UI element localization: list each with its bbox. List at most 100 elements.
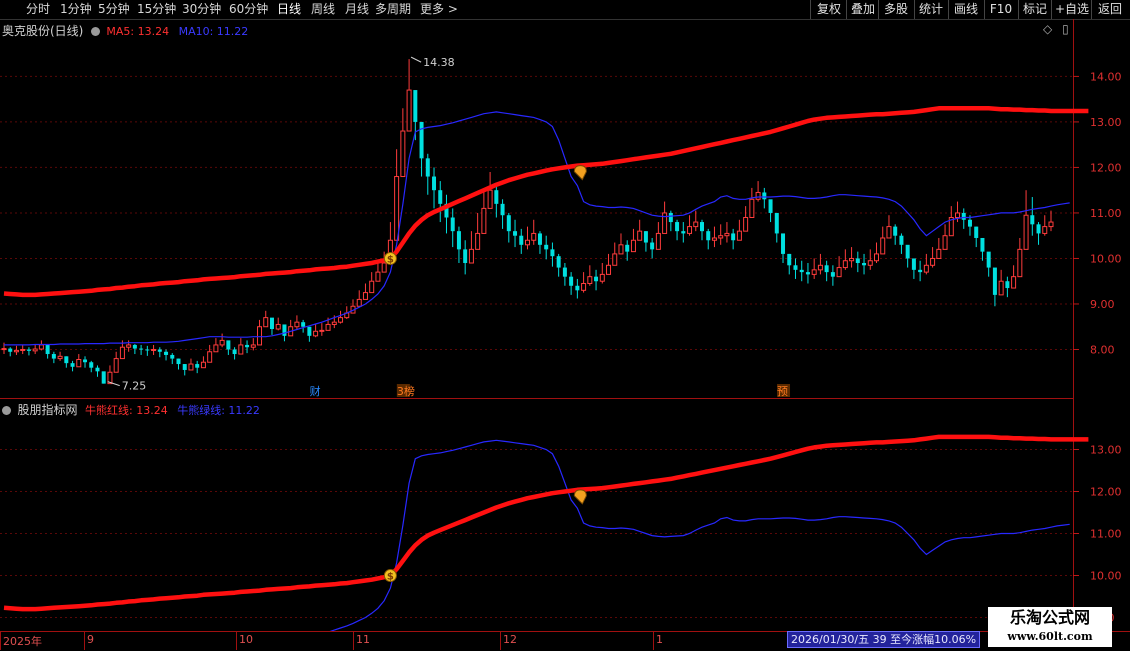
candle-body-up (687, 226, 693, 234)
candle-body-up (1042, 226, 1048, 234)
candle-body-down (101, 371, 106, 384)
candle-body-up (724, 232, 730, 237)
candle-body-down (774, 212, 779, 234)
candle-body-up (749, 198, 755, 219)
candle-body-down (625, 244, 630, 252)
toolbar-button-0[interactable]: 复权 (810, 0, 847, 19)
candle-body-up (618, 244, 624, 255)
watermark: 乐淘公式网 www.60lt.com (988, 607, 1112, 647)
toolbar-button-6[interactable]: 标记 (1018, 0, 1051, 19)
period-tab-1[interactable]: 1分钟 (60, 0, 92, 19)
sub-y-tick-label: 11.00 (1090, 528, 1122, 541)
stock-title[interactable]: 奥克股份(日线) (2, 24, 83, 38)
candle-body-down (8, 348, 13, 352)
candle-body-down (855, 258, 860, 264)
candle-body-down (51, 354, 56, 359)
event-tag-box (396, 384, 410, 397)
ma10-label: MA10: 11.22 (178, 25, 249, 38)
candle-body-down (500, 203, 505, 216)
candle-body-up (338, 317, 344, 323)
panel-divider (0, 398, 1073, 399)
y-tick-label: 13.00 (1090, 116, 1122, 129)
period-tab-5[interactable]: 60分钟 (229, 0, 268, 19)
candle-body-down (245, 344, 250, 348)
candle-body-down (450, 217, 455, 232)
event-tag-box (777, 384, 791, 397)
candle-body-up (525, 239, 530, 246)
candle-body-up (313, 330, 319, 337)
candle-body-down (537, 233, 542, 245)
toolbar-button-4[interactable]: 画线 (948, 0, 983, 19)
toolbar-button-3[interactable]: 统计 (914, 0, 947, 19)
candle-body-up (76, 359, 82, 368)
sub-settings-circle-icon[interactable] (2, 406, 11, 415)
min-price-pointer (107, 381, 120, 387)
candle-body-down (787, 253, 792, 266)
buy-signal-icon (383, 251, 397, 265)
period-tab-9[interactable]: 多周期 (375, 0, 411, 19)
candle-body-up (1011, 276, 1017, 289)
toolbar-button-8[interactable]: 返回 (1091, 0, 1128, 19)
candle-body-down (961, 212, 966, 220)
candle-body-down (282, 324, 287, 336)
candle-body-up (836, 267, 842, 278)
period-tab-0[interactable]: 分时 (26, 0, 50, 19)
candle-body-down (413, 90, 418, 122)
toolbar-button-5[interactable]: F10 (984, 0, 1017, 19)
candle-body-down (643, 231, 648, 243)
event-tag-box (309, 384, 323, 397)
period-tab-10[interactable]: 更多 > (420, 0, 458, 19)
event-tag: 3榜 (397, 384, 415, 398)
y-tick-label: 14.00 (1090, 70, 1122, 83)
candle-body-down (425, 158, 430, 177)
candle-body-up (119, 346, 125, 360)
max-price-pointer (410, 56, 422, 63)
candle-body-up (350, 305, 356, 314)
toolbar-button-1[interactable]: 叠加 (846, 0, 879, 19)
candle-body-up (38, 344, 44, 350)
settings-circle-icon[interactable] (90, 27, 100, 36)
ma5-label: MA5: 13.24 (106, 25, 170, 38)
candle-body-down (918, 269, 923, 273)
period-tab-6[interactable]: 日线 (277, 0, 301, 19)
candle-body-down (176, 358, 181, 365)
toolbar-button-7[interactable]: +自选 (1051, 0, 1092, 19)
candle-body-up (294, 321, 300, 328)
candle-body-down (911, 258, 916, 270)
timeline-label-1: 9 (87, 633, 94, 646)
watermark-url: www.60lt.com (1007, 630, 1093, 643)
candle-body-down (456, 231, 461, 250)
candle-body-up (1017, 248, 1023, 278)
candle-body-up (711, 237, 717, 241)
period-tab-4[interactable]: 30分钟 (182, 0, 221, 19)
period-tab-3[interactable]: 15分钟 (137, 0, 176, 19)
candle-body-up (736, 230, 742, 241)
candle-body-down (768, 199, 773, 213)
candle-body-up (955, 212, 961, 218)
y-axis-line (1073, 19, 1074, 631)
candle-body-up (126, 344, 132, 348)
candle-body-down (232, 349, 237, 355)
window-icon[interactable]: ▯ (1062, 22, 1069, 36)
timeline-label-3: 11 (356, 633, 370, 646)
candle-body-up (948, 217, 954, 237)
candle-body-up (942, 235, 948, 250)
period-tab-8[interactable]: 月线 (345, 0, 369, 19)
candle-body-up (188, 363, 194, 371)
diamond-icon[interactable]: ◇ (1043, 22, 1052, 36)
period-tab-7[interactable]: 周线 (311, 0, 335, 19)
candle-body-down (45, 344, 50, 355)
candle-body-up (263, 317, 269, 328)
candle-body-up (375, 271, 381, 282)
period-tab-2[interactable]: 5分钟 (98, 0, 130, 19)
candle-body-up (325, 323, 331, 331)
candle-body-down (967, 219, 972, 227)
y-tick-label: 10.00 (1090, 252, 1122, 265)
sub-title: 股朋指标网 (17, 403, 78, 417)
candle-body-up (998, 280, 1004, 296)
candle-body-up (394, 176, 400, 241)
toolbar-button-2[interactable]: 多股 (878, 0, 913, 19)
candle-body-down (575, 285, 580, 291)
candle-body-down (182, 364, 187, 370)
candle-body-up (531, 232, 537, 241)
